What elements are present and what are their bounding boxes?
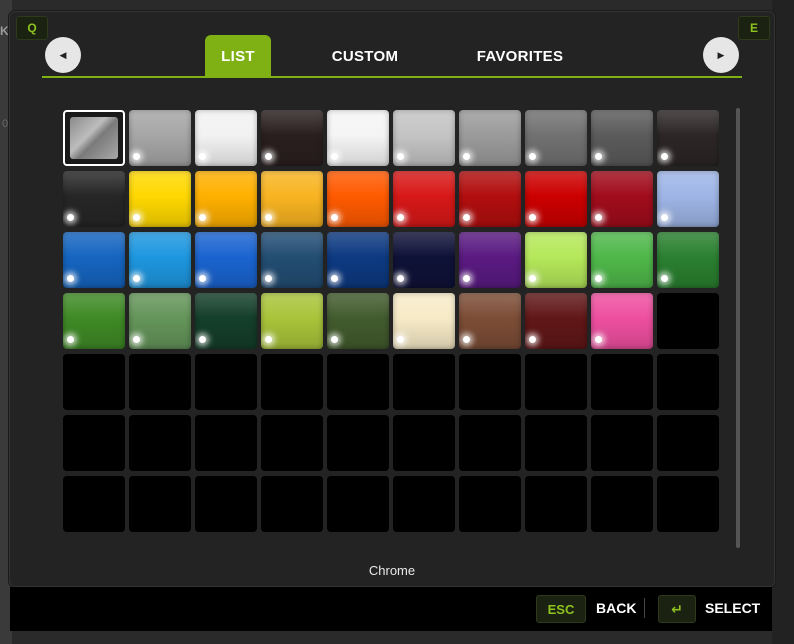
swatch[interactable] bbox=[327, 232, 389, 288]
swatch[interactable] bbox=[657, 232, 719, 288]
scrollbar[interactable] bbox=[736, 108, 740, 548]
swatch[interactable] bbox=[393, 232, 455, 288]
prev-key-hint: Q bbox=[16, 16, 48, 40]
swatch[interactable] bbox=[63, 293, 125, 349]
background-glyph-2: 0 bbox=[2, 118, 9, 130]
swatch-empty[interactable] bbox=[525, 476, 587, 532]
swatch[interactable] bbox=[459, 110, 521, 166]
swatch[interactable] bbox=[195, 171, 257, 227]
esc-key-hint: ESC bbox=[536, 595, 586, 623]
next-key-hint: E bbox=[738, 16, 770, 40]
triangle-left-icon: ◀ bbox=[59, 49, 67, 60]
swatch-empty[interactable] bbox=[591, 476, 653, 532]
chrome-swatch-preview bbox=[70, 117, 118, 159]
swatch-grid bbox=[63, 110, 719, 532]
swatch[interactable] bbox=[525, 232, 587, 288]
swatch[interactable] bbox=[327, 293, 389, 349]
selected-color-name: Chrome bbox=[368, 563, 416, 578]
swatch[interactable] bbox=[129, 171, 191, 227]
swatch-empty[interactable] bbox=[525, 354, 587, 410]
swatch-empty[interactable] bbox=[591, 415, 653, 471]
swatch-empty[interactable] bbox=[261, 476, 323, 532]
tab-underline bbox=[42, 76, 742, 78]
swatch-empty[interactable] bbox=[63, 354, 125, 410]
swatch[interactable] bbox=[393, 171, 455, 227]
swatch[interactable] bbox=[459, 171, 521, 227]
swatch[interactable] bbox=[657, 171, 719, 227]
swatch[interactable] bbox=[261, 171, 323, 227]
swatch-empty[interactable] bbox=[459, 415, 521, 471]
swatch[interactable] bbox=[129, 293, 191, 349]
swatch[interactable] bbox=[63, 232, 125, 288]
swatch[interactable] bbox=[591, 110, 653, 166]
swatch-empty[interactable] bbox=[327, 476, 389, 532]
swatch[interactable] bbox=[63, 171, 125, 227]
swatch[interactable] bbox=[327, 171, 389, 227]
swatch[interactable] bbox=[393, 110, 455, 166]
swatch-empty[interactable] bbox=[327, 415, 389, 471]
swatch-empty[interactable] bbox=[261, 415, 323, 471]
swatch[interactable] bbox=[129, 232, 191, 288]
background-glyph: K bbox=[0, 24, 9, 38]
swatch-empty[interactable] bbox=[525, 415, 587, 471]
swatch[interactable] bbox=[591, 171, 653, 227]
swatch[interactable] bbox=[327, 110, 389, 166]
swatch-empty[interactable] bbox=[195, 415, 257, 471]
tab-custom[interactable]: CUSTOM bbox=[320, 35, 410, 77]
swatch-empty[interactable] bbox=[657, 415, 719, 471]
swatch-empty[interactable] bbox=[459, 476, 521, 532]
background-right-edge bbox=[772, 0, 794, 644]
swatch[interactable] bbox=[459, 293, 521, 349]
swatch-empty[interactable] bbox=[261, 354, 323, 410]
footer-divider bbox=[644, 598, 645, 618]
tab-favorites[interactable]: FAVORITES bbox=[465, 35, 575, 77]
swatch[interactable] bbox=[261, 232, 323, 288]
triangle-right-icon: ▶ bbox=[717, 49, 725, 60]
swatch-empty[interactable] bbox=[129, 476, 191, 532]
select-button[interactable]: SELECT bbox=[705, 600, 760, 616]
swatch[interactable] bbox=[261, 293, 323, 349]
swatch-empty[interactable] bbox=[63, 415, 125, 471]
swatch[interactable] bbox=[459, 232, 521, 288]
swatch[interactable] bbox=[261, 110, 323, 166]
tab-list[interactable]: LIST bbox=[205, 35, 271, 77]
next-category-button[interactable]: ▶ bbox=[703, 37, 739, 73]
swatch[interactable] bbox=[195, 232, 257, 288]
swatch-empty[interactable] bbox=[591, 354, 653, 410]
swatch[interactable] bbox=[393, 293, 455, 349]
swatch-empty[interactable] bbox=[129, 354, 191, 410]
prev-category-button[interactable]: ◀ bbox=[45, 37, 81, 73]
swatch-empty[interactable] bbox=[63, 476, 125, 532]
swatch-empty[interactable] bbox=[459, 354, 521, 410]
swatch-empty[interactable] bbox=[129, 415, 191, 471]
swatch-selected-chrome[interactable] bbox=[63, 110, 125, 166]
swatch[interactable] bbox=[129, 110, 191, 166]
swatch[interactable] bbox=[195, 110, 257, 166]
swatch[interactable] bbox=[525, 171, 587, 227]
swatch-empty[interactable] bbox=[657, 476, 719, 532]
color-picker-panel: ◀ ▶ LIST CUSTOM FAVORITES Chrome bbox=[9, 11, 775, 587]
swatch-empty[interactable] bbox=[393, 415, 455, 471]
swatch-empty[interactable] bbox=[657, 354, 719, 410]
back-button[interactable]: BACK bbox=[596, 600, 636, 616]
swatch[interactable] bbox=[525, 293, 587, 349]
swatch-empty[interactable] bbox=[657, 293, 719, 349]
swatch-empty[interactable] bbox=[393, 354, 455, 410]
swatch-empty[interactable] bbox=[195, 354, 257, 410]
swatch[interactable] bbox=[195, 293, 257, 349]
swatch[interactable] bbox=[591, 232, 653, 288]
swatch-empty[interactable] bbox=[393, 476, 455, 532]
swatch[interactable] bbox=[591, 293, 653, 349]
enter-key-icon: ↵ bbox=[658, 595, 696, 623]
swatch-empty[interactable] bbox=[195, 476, 257, 532]
swatch[interactable] bbox=[657, 110, 719, 166]
swatch-empty[interactable] bbox=[327, 354, 389, 410]
swatch[interactable] bbox=[525, 110, 587, 166]
